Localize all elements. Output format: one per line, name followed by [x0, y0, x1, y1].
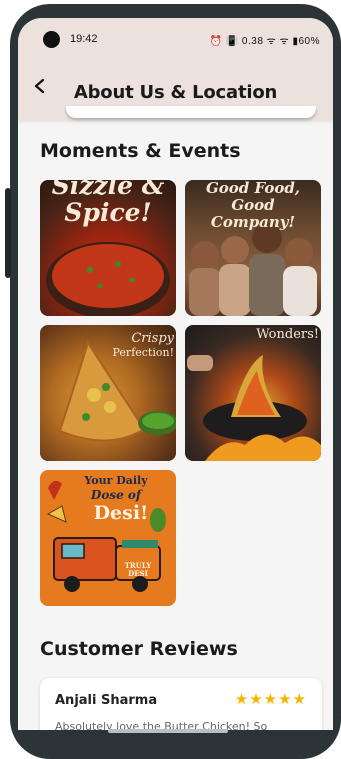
moments-section-title: Moments & Events	[40, 140, 241, 162]
tile-caption-line2: Dose of	[90, 488, 142, 502]
status-time: 19:42	[70, 33, 98, 45]
moment-tile-good-company[interactable]: Good Food, Good Company!	[185, 180, 321, 316]
moment-tile-sizzle-spice[interactable]: Sizzle & Spice!	[40, 180, 176, 316]
page-title: About Us & Location	[73, 82, 278, 103]
moment-tile-wok-wonders[interactable]: Wonders!	[185, 325, 321, 461]
tile-caption: Sizzle & Spice!	[51, 180, 165, 227]
tile-caption: Wonders!	[256, 327, 319, 342]
truck-sign: TRULY DESI	[124, 561, 152, 578]
reviews-section-title: Customer Reviews	[40, 638, 238, 660]
previous-section-card	[66, 106, 316, 118]
phone-side-button	[5, 188, 11, 278]
status-bar: 19:42 ⏰ 📳 0.38 ᯤ ᯤ ▮60%	[18, 18, 333, 60]
status-icons: ⏰ 📳 0.38 ᯤ ᯤ ▮60%	[209, 36, 320, 47]
reviewer-name: Anjali Sharma	[55, 693, 158, 708]
home-indicator[interactable]	[108, 729, 228, 733]
tile-caption-line2: Perfection!	[112, 346, 174, 359]
tile-caption-line3: Desi!	[93, 502, 149, 524]
tile-caption-line1: Crispy	[131, 331, 174, 346]
front-camera	[43, 31, 60, 48]
rating-stars-icon: ★★★★★	[234, 690, 307, 708]
tile-caption-line1: Your Daily	[84, 474, 148, 487]
wok-noodles-image	[187, 355, 321, 461]
moment-tile-daily-dose-desi[interactable]: Your Daily Dose of Desi! TRULY DESI	[40, 470, 176, 606]
screen: 19:42 ⏰ 📳 0.38 ᯤ ᯤ ▮60% About Us & Locat…	[18, 18, 333, 736]
tile-caption: Good Food, Good Company!	[205, 180, 301, 231]
moment-tile-crispy-perfection[interactable]: Crispy Perfection!	[40, 325, 176, 461]
review-card[interactable]: Anjali Sharma ★★★★★ Absolutely love the …	[40, 678, 322, 736]
